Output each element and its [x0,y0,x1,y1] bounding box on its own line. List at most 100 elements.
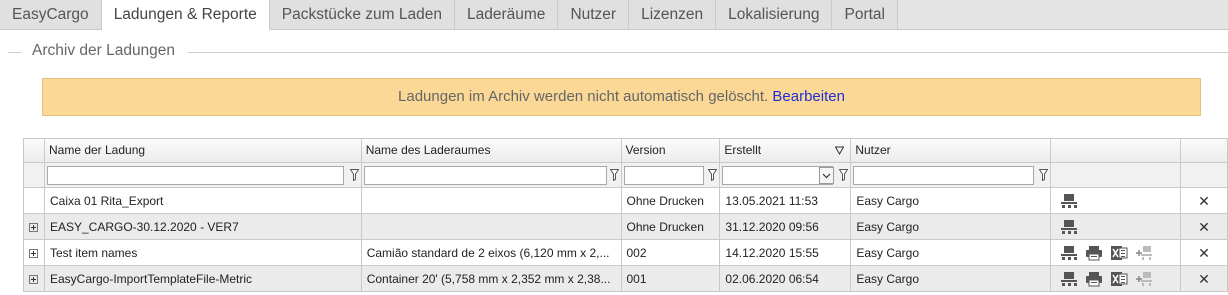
filter-input-user[interactable] [853,166,1035,185]
section-divider-left [8,52,22,53]
column-header-name[interactable]: Name der Ladung [44,139,362,163]
column-header-created[interactable]: Erstellt [720,139,852,163]
banner-text: Ladungen im Archiv werden nicht automati… [398,88,769,105]
excel-icon[interactable] [1110,271,1128,287]
filter-cell-user [851,163,1052,188]
pallet-icon[interactable] [1060,271,1078,287]
filter-input-created[interactable] [722,166,834,185]
cell-version: Ohne Drucken [621,188,721,214]
loads-grid: Name der Ladung Name des Laderaumes Vers… [23,138,1228,292]
cell-user: Easy Cargo [851,240,1052,266]
expand-plus-icon[interactable] [28,249,38,259]
column-header-delete [1181,139,1228,163]
filter-expander-col [24,163,45,188]
cell-delete: ✕ [1181,240,1228,266]
delete-icon[interactable]: ✕ [1198,219,1210,235]
tab-packstuecke[interactable]: Packstücke zum Laden [269,0,456,29]
filter-funnel-icon[interactable] [839,169,849,181]
cell-version: Ohne Drucken [621,214,721,240]
table-row[interactable]: EasyCargo-ImportTemplateFile-Metric Cont… [24,266,1228,292]
cell-delete: ✕ [1181,214,1228,240]
filter-input-version[interactable] [623,166,704,185]
cell-load-name: EASY_CARGO-30.12.2020 - VER7 [44,214,362,240]
column-header-created-label: Erstellt [724,143,762,157]
cell-created: 13.05.2021 11:53 [720,188,852,214]
expander-cell [24,214,45,240]
printer-icon[interactable] [1085,245,1103,261]
expander-cell [24,188,45,214]
cell-user: Easy Cargo [851,214,1052,240]
column-header-version[interactable]: Version [621,139,721,163]
cell-space-name: Camião standard de 2 eixos (6,120 mm x 2… [361,240,622,266]
column-header-space[interactable]: Name des Laderaumes [361,139,622,163]
cell-user: Easy Cargo [851,188,1052,214]
filter-input-name[interactable] [46,166,344,185]
filter-funnel-icon[interactable] [708,169,718,181]
cell-space-name [361,188,622,214]
filter-cell-delete [1181,163,1228,188]
tab-laderaeume[interactable]: Laderäume [455,0,559,29]
tab-easycargo[interactable]: EasyCargo [0,0,102,29]
expander-cell [24,240,45,266]
filter-cell-version [621,163,721,188]
pallet-icon[interactable] [1060,193,1078,209]
table-row[interactable]: EASY_CARGO-30.12.2020 - VER7 Ohne Drucke… [24,214,1228,240]
sort-descending-icon [835,146,845,155]
tab-lokalisierung[interactable]: Lokalisierung [716,0,833,29]
filter-cell-name [44,163,362,188]
header-expander-col [24,139,45,163]
date-dropdown-button[interactable] [819,167,835,184]
table-row[interactable]: Test item names Camião standard de 2 eix… [24,240,1228,266]
filter-funnel-icon[interactable] [349,169,359,181]
expand-plus-icon[interactable] [28,223,38,233]
cell-space-name: Container 20' (5,758 mm x 2,352 mm x 2,3… [361,266,622,292]
expander-cell [24,266,45,292]
cell-user: Easy Cargo [851,266,1052,292]
cell-version: 001 [621,266,721,292]
cell-created: 02.06.2020 06:54 [720,266,852,292]
main-tab-bar: EasyCargo Ladungen & Reporte Packstücke … [0,0,1228,30]
column-header-actions [1051,139,1182,163]
cell-created: 31.12.2020 09:56 [720,214,852,240]
cell-space-name [361,214,622,240]
cell-actions [1051,188,1182,214]
tab-ladungen-reporte[interactable]: Ladungen & Reporte [101,0,270,30]
delete-icon[interactable]: ✕ [1198,271,1210,287]
pallet-icon[interactable] [1060,219,1078,235]
filter-funnel-icon[interactable] [1039,169,1049,181]
column-header-user[interactable]: Nutzer [851,139,1052,163]
filter-cell-space [361,163,622,188]
expand-plus-icon[interactable] [28,275,38,285]
cell-version: 002 [621,240,721,266]
archive-info-banner: Ladungen im Archiv werden nicht automati… [42,78,1201,116]
cell-load-name: Test item names [44,240,362,266]
tab-nutzer[interactable]: Nutzer [558,0,630,29]
excel-icon[interactable] [1110,245,1128,261]
cell-created: 14.12.2020 15:55 [720,240,852,266]
section-divider-right [188,52,1228,53]
cell-actions [1051,266,1182,292]
tab-portal[interactable]: Portal [832,0,898,29]
grid-header-row: Name der Ladung Name des Laderaumes Vers… [24,139,1228,163]
add-pallet-icon[interactable] [1135,271,1153,287]
filter-funnel-icon[interactable] [609,169,619,181]
filter-cell-actions [1051,163,1182,188]
delete-icon[interactable]: ✕ [1198,193,1210,209]
cell-actions [1051,214,1182,240]
cell-load-name: Caixa 01 Rita_Export [44,188,362,214]
filter-cell-created [720,163,852,188]
cell-delete: ✕ [1181,266,1228,292]
edit-link[interactable]: Bearbeiten [772,88,845,105]
filter-input-space[interactable] [363,166,607,185]
cell-delete: ✕ [1181,188,1228,214]
add-pallet-icon[interactable] [1135,245,1153,261]
chevron-down-icon [822,173,831,179]
table-row[interactable]: Caixa 01 Rita_Export Ohne Drucken 13.05.… [24,188,1228,214]
cell-load-name: EasyCargo-ImportTemplateFile-Metric [44,266,362,292]
delete-icon[interactable]: ✕ [1198,245,1210,261]
printer-icon[interactable] [1085,271,1103,287]
grid-filter-row [24,163,1228,188]
tab-lizenzen[interactable]: Lizenzen [629,0,717,29]
cell-actions [1051,240,1182,266]
pallet-icon[interactable] [1060,245,1078,261]
